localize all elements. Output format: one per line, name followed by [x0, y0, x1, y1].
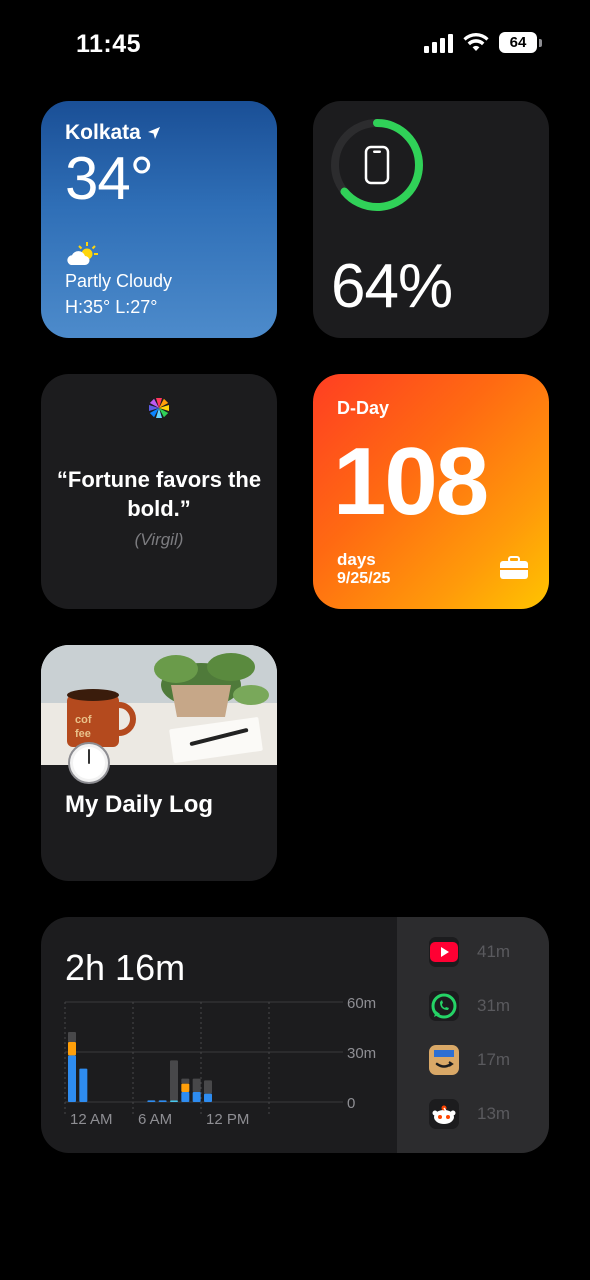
status-indicators: 64 [424, 32, 542, 53]
whatsapp-icon [429, 991, 459, 1021]
x-tick-label: 12 PM [206, 1111, 249, 1128]
weather-high-low: H:35° L:27° [65, 297, 158, 317]
chart-bar [181, 1092, 190, 1102]
daily-log-title: My Daily Log [65, 791, 214, 818]
svg-text:cof: cof [75, 714, 92, 726]
dday-date: 9/25/25 [337, 570, 391, 587]
chart-bar [192, 1092, 201, 1102]
partly-cloudy-icon [67, 242, 98, 265]
battery-icon: 64 [499, 32, 542, 53]
chart-bar [181, 1083, 190, 1092]
chart-bar [204, 1080, 212, 1094]
battery-percentage: 64% [331, 252, 453, 321]
quote-widget[interactable]: “Fortune favors the bold.” (Virgil) [41, 374, 277, 609]
y-tick-label: 60m [347, 995, 376, 1012]
app-row-youtube[interactable]: 41m [429, 937, 510, 967]
quote-text: “Fortune favors the bold.” [56, 467, 262, 521]
wifi-icon [463, 32, 489, 53]
chart-bar [68, 1042, 76, 1056]
app-row-whatsapp[interactable]: 31m [429, 991, 510, 1021]
chart-bar [170, 1100, 178, 1102]
dday-unit: days [337, 550, 376, 569]
reddit-icon [429, 1099, 459, 1129]
weather-temperature: 34° [65, 145, 154, 212]
chart-bar [158, 1100, 167, 1102]
chart-bar [170, 1060, 178, 1101]
cellular-signal-icon [424, 33, 453, 53]
weather-widget[interactable]: Kolkata 34° Partly Cloudy H:35° L:27° [41, 101, 277, 338]
dday-label: D-Day [337, 398, 390, 418]
chart-bar [68, 1055, 76, 1102]
x-tick-label: 6 AM [138, 1111, 172, 1128]
weather-condition: Partly Cloudy [65, 271, 173, 291]
briefcase-icon [500, 556, 528, 579]
chart-bar [192, 1078, 201, 1092]
battery-level: 64 [499, 32, 537, 53]
status-bar: 11:45 64 [0, 0, 590, 90]
app-row-amazon[interactable]: 17m [429, 1045, 510, 1075]
pinwheel-icon [149, 398, 169, 418]
x-tick-label: 12 AM [70, 1111, 113, 1128]
screen-time-widget[interactable]: 2h 16m 60m 30m 0 12 AM 6 AM 12 PM 41m 31m 17m… [41, 917, 549, 1153]
y-tick-label: 30m [347, 1045, 376, 1062]
screen-time-chart: 60m 30m 0 12 AM 6 AM 12 PM [64, 995, 376, 1128]
app-time-whatsapp: 31m [477, 996, 511, 1015]
battery-ring [331, 119, 423, 211]
chart-bar [79, 1068, 88, 1102]
youtube-icon [429, 937, 459, 967]
svg-text:fee: fee [75, 728, 91, 740]
location-arrow-icon [147, 127, 160, 139]
app-time-reddit: 13m [477, 1104, 511, 1123]
app-row-reddit[interactable]: 13m [429, 1099, 510, 1129]
amazon-icon [429, 1045, 459, 1075]
chart-bar [68, 1032, 76, 1042]
dday-count: 108 [333, 428, 489, 535]
chart-bar [147, 1100, 156, 1102]
app-time-youtube: 41m [477, 942, 511, 961]
iphone-icon [364, 145, 390, 185]
y-tick-label: 0 [347, 1095, 355, 1112]
chart-bar [204, 1093, 212, 1102]
daily-log-widget[interactable]: cof fee My Daily Log [41, 645, 277, 881]
weather-city: Kolkata [65, 121, 253, 145]
battery-widget[interactable]: 64% [313, 101, 549, 338]
dday-countdown-widget[interactable]: D-Day 108 days 9/25/25 [313, 374, 549, 609]
app-time-amazon: 17m [477, 1050, 511, 1069]
city-name: Kolkata [65, 121, 141, 144]
clock-icon [68, 742, 110, 784]
quote-author: (Virgil) [134, 530, 184, 549]
status-time: 11:45 [76, 30, 142, 58]
chart-bar [181, 1078, 190, 1084]
